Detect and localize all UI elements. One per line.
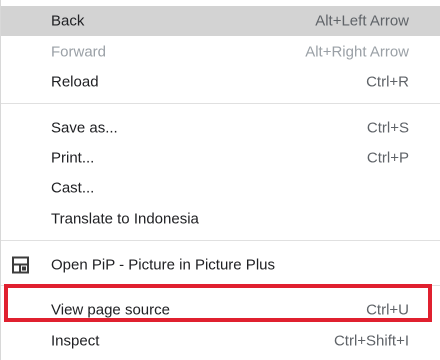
menu-item-cast[interactable]: Cast... (1, 173, 440, 203)
menu-item-label: Open PiP - Picture in Picture Plus (51, 256, 275, 274)
menu-item-shortcut: Alt+Right Arrow (305, 43, 409, 61)
menu-item-shortcut: Alt+Left Arrow (315, 12, 409, 30)
menu-item-label: Back (51, 12, 85, 30)
menu-item-shortcut: Ctrl+P (366, 149, 409, 167)
menu-item-translate[interactable]: Translate to Indonesia (1, 204, 440, 234)
menu-item-shortcut: Ctrl+Shift+I (333, 332, 409, 350)
menu-item-label: Inspect (51, 332, 100, 350)
menu-separator (1, 240, 440, 241)
menu-item-label: Translate to Indonesia (51, 210, 199, 228)
menu-item-inspect[interactable]: Inspect Ctrl+Shift+I (1, 326, 440, 356)
menu-separator (1, 285, 440, 286)
menu-item-back[interactable]: Back Alt+Left Arrow (1, 6, 440, 36)
menu-item-reload[interactable]: Reload Ctrl+R (1, 67, 440, 97)
menu-item-shortcut: Ctrl+R (366, 73, 409, 91)
menu-item-forward[interactable]: Forward Alt+Right Arrow (1, 37, 440, 67)
context-menu: Back Alt+Left Arrow Forward Alt+Right Ar… (0, 0, 440, 360)
menu-separator (1, 103, 440, 104)
menu-item-shortcut: Ctrl+S (366, 119, 409, 137)
pip-extension-icon (11, 256, 30, 275)
menu-item-save-as[interactable]: Save as... Ctrl+S (1, 113, 440, 143)
menu-item-label: View page source (51, 301, 170, 319)
menu-item-open-pip[interactable]: Open PiP - Picture in Picture Plus (1, 250, 440, 280)
menu-item-label: Reload (51, 73, 99, 91)
menu-item-label: Print... (51, 149, 95, 167)
menu-item-label: Save as... (51, 119, 118, 137)
menu-item-view-page-source[interactable]: View page source Ctrl+U (1, 295, 440, 325)
menu-item-print[interactable]: Print... Ctrl+P (1, 143, 440, 173)
menu-item-label: Forward (51, 43, 107, 61)
menu-item-label: Cast... (51, 179, 95, 197)
menu-item-shortcut: Ctrl+U (366, 301, 409, 319)
